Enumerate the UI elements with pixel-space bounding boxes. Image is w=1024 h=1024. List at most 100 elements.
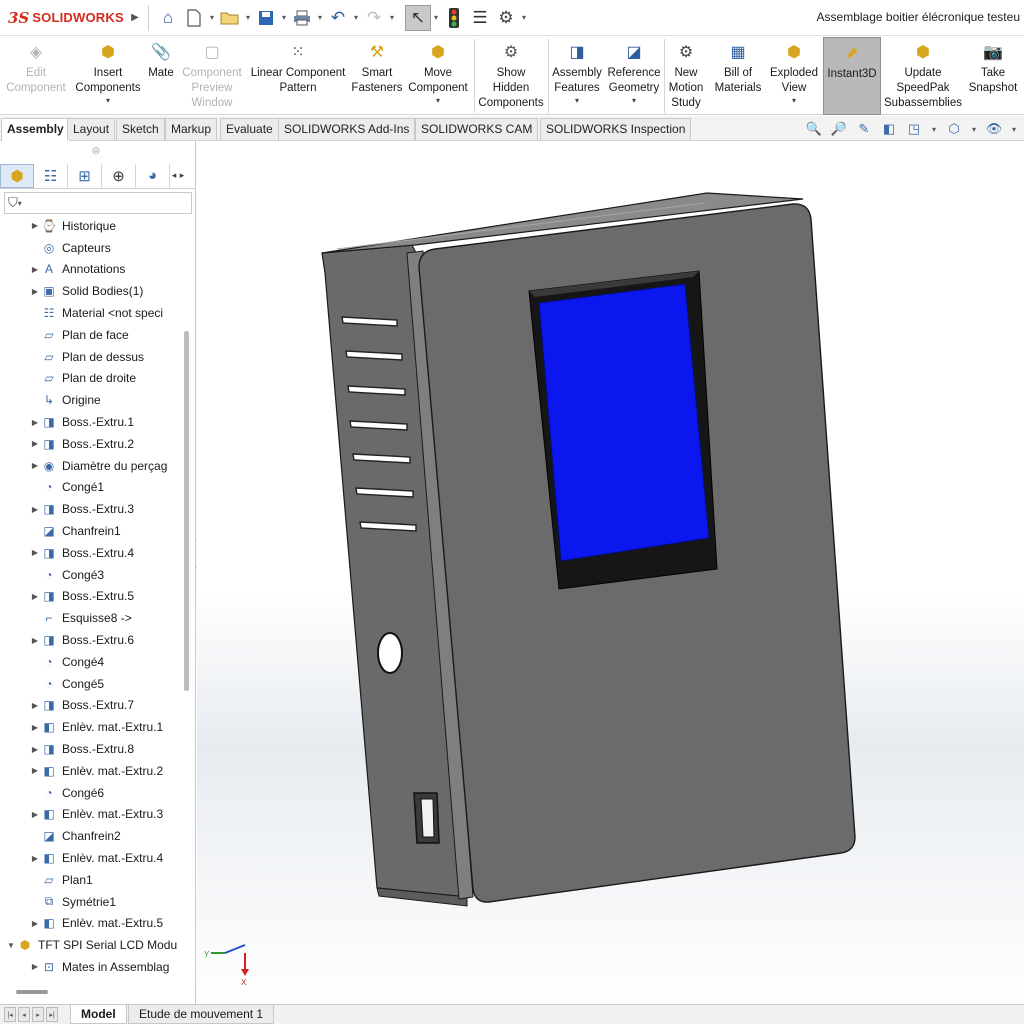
exploded-view-dropdown[interactable]: ▾ [792, 96, 796, 106]
file-properties-icon[interactable]: ☰ [467, 5, 493, 31]
take-snapshot-button[interactable]: 📷 Take Snapshot [964, 37, 1022, 115]
tree-node[interactable]: ▶ ▣ Solid Bodies(1) [0, 280, 183, 302]
previous-view-icon[interactable]: ✎ [855, 120, 873, 138]
options-gear-icon[interactable]: ⚙ [493, 5, 519, 31]
configuration-manager-icon[interactable]: ⊞ [68, 163, 102, 188]
expand-arrow-icon[interactable]: ▶ [30, 221, 40, 230]
tab-motion-study-1[interactable]: Etude de mouvement 1 [128, 1005, 275, 1024]
expand-arrow-icon[interactable]: ▶ [30, 636, 40, 645]
expand-arrow-icon[interactable]: ▶ [30, 265, 40, 274]
hide-show-dropdown[interactable]: ▾ [1010, 125, 1018, 134]
filter-dropdown-arrow[interactable]: ▾ [18, 199, 22, 208]
tab-sketch[interactable]: Sketch [116, 118, 165, 140]
tree-node[interactable]: ◔ Congé3 [0, 564, 183, 586]
tree-node[interactable]: ◔ Congé4 [0, 651, 183, 673]
tree-node[interactable]: ▶ ◉ Diamètre du perçag [0, 455, 183, 477]
mate-button[interactable]: 📎 Mate [146, 37, 176, 115]
tree-node[interactable]: ◔ Congé5 [0, 673, 183, 695]
tree-node[interactable]: ▶ ◧ Enlèv. mat.-Extru.2 [0, 760, 183, 782]
component-preview-window-button[interactable]: ▢ Component Preview Window [178, 37, 246, 115]
zoom-to-area-icon[interactable]: 🔎 [830, 120, 848, 138]
tree-node[interactable]: ◔ Congé6 [0, 782, 183, 804]
tree-node[interactable]: ▶ ◨ Boss.-Extru.8 [0, 738, 183, 760]
tree-node[interactable]: ▶ ◧ Enlèv. mat.-Extru.3 [0, 804, 183, 826]
insert-components-button[interactable]: ⬢ Insert Components ▾ [72, 37, 144, 115]
print-icon[interactable] [289, 5, 315, 31]
tree-node[interactable]: ↳ Origine [0, 389, 183, 411]
open-dropdown-arrow[interactable]: ▾ [243, 13, 253, 22]
expand-arrow-icon[interactable]: ▶ [30, 962, 40, 971]
expand-arrow-icon[interactable]: ▶ [30, 723, 40, 732]
property-manager-icon[interactable]: ☷ [34, 163, 68, 188]
tree-node[interactable]: ▶ A Annotations [0, 259, 183, 281]
exploded-view-button[interactable]: ⬢ Exploded View ▾ [768, 37, 820, 115]
tree-node[interactable]: ▶ ⌚ Historique [0, 215, 183, 237]
rebuild-traffic-light-icon[interactable] [441, 5, 467, 31]
enclosure-3d-model[interactable] [197, 141, 1024, 1004]
save-dropdown-arrow[interactable]: ▾ [279, 13, 289, 22]
expand-arrow-icon[interactable]: ▶ [30, 766, 40, 775]
tree-node[interactable]: ▶ ◨ Boss.-Extru.5 [0, 586, 183, 608]
new-document-icon[interactable] [181, 5, 207, 31]
tree-node[interactable]: ▶ ◧ Enlèv. mat.-Extru.1 [0, 716, 183, 738]
tab-solidworks-add-ins[interactable]: SOLIDWORKS Add-Ins [278, 118, 416, 140]
tree-vertical-scrollbar[interactable] [184, 331, 189, 691]
select-pointer-icon[interactable]: ↖ [405, 4, 431, 31]
update-speedpak-button[interactable]: ⬢ Update SpeedPak Subassemblies [884, 37, 962, 115]
tree-node[interactable]: ▱ Plan1 [0, 869, 183, 891]
redo-dropdown-arrow[interactable]: ▾ [387, 13, 397, 22]
tree-horizontal-scrollbar[interactable] [16, 990, 48, 994]
view-orientation-dropdown[interactable]: ▾ [930, 125, 938, 134]
select-dropdown-arrow[interactable]: ▾ [431, 13, 441, 22]
tab-model[interactable]: Model [70, 1005, 127, 1024]
expand-arrow-icon[interactable]: ▶ [30, 810, 40, 819]
instant3d-button[interactable]: ⬈ Instant3D [823, 37, 881, 115]
tab-solidworks-inspection[interactable]: SOLIDWORKS Inspection [540, 118, 692, 140]
tabs-left-arrow-icon[interactable]: ◂ [170, 170, 178, 181]
tree-node[interactable]: ▶ ◧ Enlèv. mat.-Extru.5 [0, 913, 183, 935]
linear-component-pattern-button[interactable]: ⁙ Linear Component Pattern [248, 37, 348, 115]
tree-node[interactable]: ▶ ◨ Boss.-Extru.4 [0, 542, 183, 564]
save-icon[interactable] [253, 5, 279, 31]
tree-filter-box[interactable]: ⛉ ▾ [4, 192, 192, 214]
view-orientation-icon[interactable]: ◳ [905, 120, 923, 138]
tree-node[interactable]: ◪ Chanfrein1 [0, 520, 183, 542]
open-folder-icon[interactable] [217, 5, 243, 31]
menu-expand-arrow-icon[interactable]: ▶ [128, 12, 142, 23]
smart-fasteners-button[interactable]: ⚒ Smart Fasteners [350, 37, 404, 115]
expand-arrow-icon[interactable]: ▶ [30, 854, 40, 863]
expand-arrow-icon[interactable]: ▶ [30, 701, 40, 710]
expand-arrow-icon[interactable]: ▶ [30, 592, 40, 601]
tree-node[interactable]: ☷ Material <not speci [0, 302, 183, 324]
home-icon[interactable]: ⌂ [155, 5, 181, 31]
panel-collapse-dot-icon[interactable]: ◎ [92, 145, 100, 156]
first-tab-arrow-icon[interactable]: |◂ [4, 1007, 16, 1022]
reference-geometry-button[interactable]: ◪ Reference Geometry ▾ [606, 37, 662, 115]
dimxpert-manager-icon[interactable]: ⊕ [102, 163, 136, 188]
new-dropdown-arrow[interactable]: ▾ [207, 13, 217, 22]
tree-node[interactable]: ▱ Plan de face [0, 324, 183, 346]
tab-solidworks-cam[interactable]: SOLIDWORKS CAM [415, 118, 539, 140]
expand-arrow-icon[interactable]: ▶ [30, 418, 40, 427]
display-manager-icon[interactable]: ◕ [136, 163, 170, 188]
tree-node[interactable]: ▶ ◧ Enlèv. mat.-Extru.4 [0, 847, 183, 869]
display-style-icon[interactable]: ⬡ [945, 120, 963, 138]
solidworks-logo[interactable]: 3S SOLIDWORKS [0, 9, 128, 27]
tree-node[interactable]: ◪ Chanfrein2 [0, 825, 183, 847]
section-view-icon[interactable]: ◧ [880, 120, 898, 138]
tree-node[interactable]: ▶ ◨ Boss.-Extru.1 [0, 411, 183, 433]
expand-arrow-icon[interactable]: ▶ [30, 287, 40, 296]
reference-geometry-dropdown[interactable]: ▾ [632, 96, 636, 106]
undo-icon[interactable]: ↶ [325, 5, 351, 31]
tab-layout[interactable]: Layout [67, 118, 116, 140]
tabs-right-arrow-icon[interactable]: ▸ [178, 170, 186, 181]
tree-node[interactable]: ▱ Plan de droite [0, 368, 183, 390]
tab-assembly[interactable]: Assembly [1, 118, 70, 141]
tree-node[interactable]: ▶ ◨ Boss.-Extru.3 [0, 498, 183, 520]
tree-node[interactable]: ◎ Capteurs [0, 237, 183, 259]
last-tab-arrow-icon[interactable]: ▸| [46, 1007, 58, 1022]
bill-of-materials-button[interactable]: ▦ Bill of Materials [710, 37, 766, 115]
expand-arrow-icon[interactable]: ▶ [30, 505, 40, 514]
insert-components-dropdown[interactable]: ▾ [106, 96, 110, 106]
tree-node[interactable]: ▶ ⊡ Mates in Assemblag [0, 956, 183, 978]
